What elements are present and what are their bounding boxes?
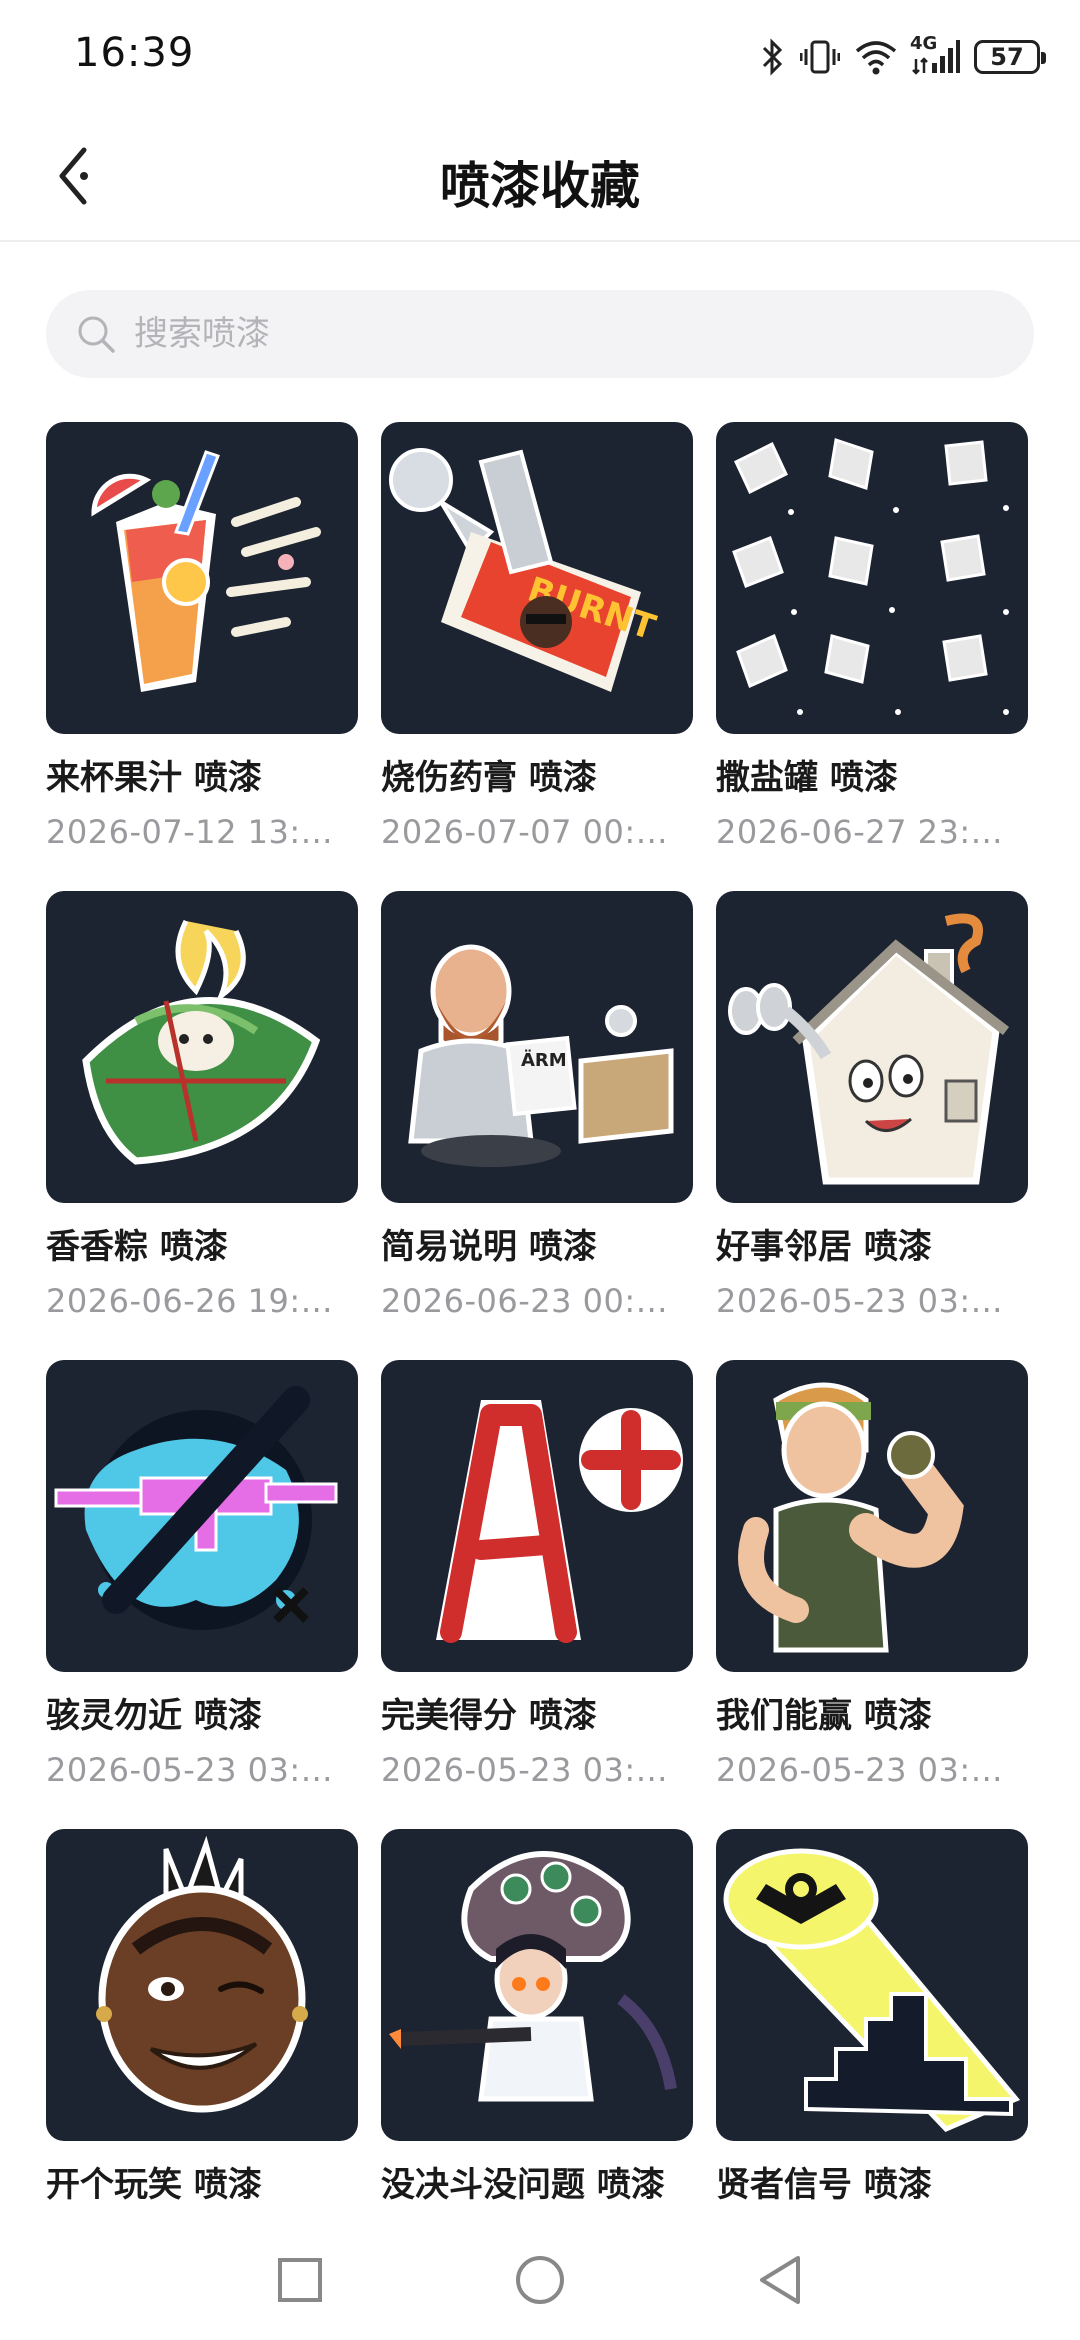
spray-date: 2026-05-23 03:…	[46, 1751, 334, 1789]
spray-card[interactable]: 来杯果汁 喷漆 2026-07-12 13:…	[46, 422, 358, 851]
spray-title: 骇灵勿近 喷漆	[46, 1696, 262, 1736]
spray-title: 来杯果汁 喷漆	[46, 758, 262, 798]
system-nav-bar	[0, 2220, 1080, 2340]
spray-date: 2026-05-23 03:…	[381, 1751, 669, 1789]
spray-date: 2026-06-23 00:…	[381, 1282, 669, 1320]
flexing-woman-icon	[738, 1382, 964, 1653]
status-time: 16:39	[74, 30, 195, 76]
spray-date: 2026-06-26 19:…	[46, 1282, 334, 1320]
spray-title: 香香粽 喷漆	[46, 1227, 228, 1267]
spray-thumbnail[interactable]	[381, 1829, 693, 2141]
spray-card[interactable]: 好事邻居 喷漆 2026-05-23 03:…	[716, 891, 1028, 1320]
spray-date: 2026-07-12 13:…	[46, 813, 334, 851]
back-triangle-icon	[760, 2256, 800, 2304]
spray-card[interactable]: 贤者信号 喷漆	[716, 1829, 1028, 2220]
a-plus-grade-icon	[436, 1400, 683, 1643]
spray-title: 我们能赢 喷漆	[716, 1696, 932, 1736]
girl-with-rifle-icon	[389, 1851, 677, 2102]
search-input[interactable]	[132, 313, 936, 355]
home-button[interactable]	[510, 2250, 570, 2310]
nav-back-button[interactable]	[750, 2250, 810, 2310]
spray-thumbnail[interactable]: ÄRM	[381, 891, 693, 1203]
spray-card[interactable]: 开个玩笑 喷漆	[46, 1829, 358, 2220]
crossed-rifle-icon	[54, 1386, 338, 1630]
wifi-icon	[854, 37, 898, 77]
burn-ointment-icon: BURNT	[389, 448, 661, 692]
status-bar: 16:39 4G 57	[0, 0, 1080, 110]
spray-date: 2026-05-23 03:…	[716, 1282, 1004, 1320]
spray-card[interactable]: 撒盐罐 喷漆 2026-06-27 23:…	[716, 422, 1028, 851]
svg-text:ÄRM: ÄRM	[521, 1049, 567, 1071]
battery-level: 57	[990, 43, 1024, 71]
spray-card[interactable]: BURNT 烧伤药膏 喷漆 2026-07-07 00:…	[381, 422, 693, 851]
spray-title: 没决斗没问题 喷漆	[381, 2165, 665, 2205]
battery-icon: 57	[974, 40, 1046, 74]
spray-thumbnail[interactable]	[716, 1360, 1028, 1672]
salt-shaker-pattern-icon	[732, 438, 1009, 715]
spray-thumbnail[interactable]	[46, 1829, 358, 2141]
spray-thumbnail[interactable]: BURNT	[381, 422, 693, 734]
spray-title: 开个玩笑 喷漆	[46, 2165, 262, 2205]
spray-title: 撒盐罐 喷漆	[716, 758, 898, 798]
search-icon	[74, 312, 118, 356]
spray-thumbnail[interactable]	[716, 422, 1028, 734]
spray-thumbnail[interactable]	[381, 1360, 693, 1672]
house-binoculars-icon	[728, 913, 1010, 1185]
spray-thumbnail[interactable]	[46, 422, 358, 734]
zongzi-icon	[82, 919, 321, 1165]
winking-face-icon	[96, 1835, 308, 2113]
spray-thumbnail[interactable]	[716, 891, 1028, 1203]
search-bar[interactable]	[46, 290, 1034, 378]
spray-card[interactable]: 香香粽 喷漆 2026-06-26 19:…	[46, 891, 358, 1320]
spray-card[interactable]: 完美得分 喷漆 2026-05-23 03:…	[381, 1360, 693, 1789]
bluetooth-icon	[760, 37, 786, 77]
spray-card[interactable]: 我们能赢 喷漆 2026-05-23 03:…	[716, 1360, 1028, 1789]
spray-grid: 来杯果汁 喷漆 2026-07-12 13:… BURNT 烧伤药膏 喷漆 20…	[46, 422, 1036, 2220]
spray-title: 完美得分 喷漆	[381, 1696, 597, 1736]
spray-title: 烧伤药膏 喷漆	[381, 758, 597, 798]
sage-signal-icon	[723, 1848, 1021, 2132]
header: 喷漆收藏	[0, 110, 1080, 242]
spray-thumbnail[interactable]	[46, 891, 358, 1203]
page-title: 喷漆收藏	[440, 157, 640, 215]
spray-title: 贤者信号 喷漆	[716, 2165, 932, 2205]
signal-icon: 4G	[910, 33, 960, 77]
spray-thumbnail[interactable]	[716, 1829, 1028, 2141]
home-circle-icon	[516, 2256, 564, 2304]
spray-card[interactable]: 骇灵勿近 喷漆 2026-05-23 03:…	[46, 1360, 358, 1789]
spray-date: 2026-07-07 00:…	[381, 813, 669, 851]
mechanic-manual-icon: ÄRM	[408, 944, 674, 1167]
spray-thumbnail[interactable]	[46, 1360, 358, 1672]
status-icons: 4G 57	[760, 32, 1046, 82]
spray-date: 2026-06-27 23:…	[716, 813, 1004, 851]
spray-title: 简易说明 喷漆	[381, 1227, 597, 1267]
recents-square-icon	[278, 2258, 322, 2302]
spray-date: 2026-05-23 03:…	[716, 1751, 1004, 1789]
recents-button[interactable]	[270, 2250, 330, 2310]
vibrate-icon	[800, 37, 840, 77]
spray-card[interactable]: ÄRM 简易说明 喷漆 2026-06-23 00:…	[381, 891, 693, 1320]
network-type: 4G	[910, 33, 938, 54]
spray-title: 好事邻居 喷漆	[716, 1227, 932, 1267]
spray-card[interactable]: 没决斗没问题 喷漆	[381, 1829, 693, 2220]
juice-cup-icon	[91, 450, 321, 692]
